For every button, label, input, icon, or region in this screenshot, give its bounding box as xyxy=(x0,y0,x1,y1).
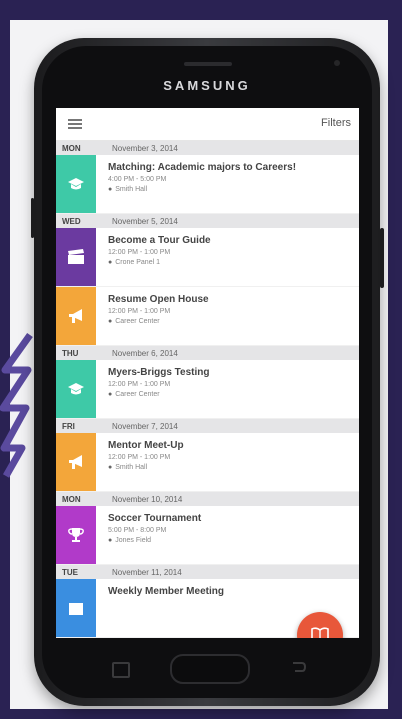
app-screen: Filters MON November 3, 2014 Matching: Aca… xyxy=(56,108,359,638)
event-location-text: Career Center xyxy=(115,391,160,398)
event-tile xyxy=(56,506,96,564)
event-title: Resume Open House xyxy=(108,294,209,305)
calendar-icon xyxy=(68,600,84,616)
event-location: ● Smith Hall xyxy=(108,464,147,471)
day-date: November 6, 2014 xyxy=(112,349,178,358)
phone-brand: SAMSUNG xyxy=(163,78,251,93)
event-time: 4:00 PM - 5:00 PM xyxy=(108,176,167,183)
book-icon xyxy=(311,627,329,638)
front-camera xyxy=(334,60,340,66)
day-date: November 11, 2014 xyxy=(112,568,182,577)
location-pin-icon: ● xyxy=(108,391,113,398)
day-date: November 7, 2014 xyxy=(112,422,178,431)
event-tile xyxy=(56,228,96,286)
event-title: Weekly Member Meeting xyxy=(108,586,224,597)
home-button[interactable] xyxy=(170,654,250,684)
location-pin-icon: ● xyxy=(108,259,113,266)
phone-frame: SAMSUNG Filters MON November 3, 2014 Match… xyxy=(31,38,384,706)
hamburger-menu-icon[interactable] xyxy=(68,119,82,129)
event-item[interactable]: Mentor Meet-Up 12:00 PM - 1:00 PM ● Smith H… xyxy=(56,433,359,492)
day-of-week: MON xyxy=(62,144,81,153)
megaphone-icon xyxy=(67,454,85,470)
megaphone-icon xyxy=(67,308,85,324)
event-title: Mentor Meet-Up xyxy=(108,440,184,451)
day-date: November 3, 2014 xyxy=(112,144,178,153)
location-pin-icon: ● xyxy=(108,186,113,193)
event-location-text: Crone Panel 1 xyxy=(115,259,160,266)
event-title: Myers-Briggs Testing xyxy=(108,367,210,378)
back-button[interactable] xyxy=(290,660,306,674)
event-title: Become a Tour Guide xyxy=(108,235,211,246)
day-date: November 5, 2014 xyxy=(112,217,178,226)
graduation-cap-icon xyxy=(67,382,85,396)
event-location: ● Smith Hall xyxy=(108,186,147,193)
event-location-text: Jones Field xyxy=(115,537,152,544)
event-title: Soccer Tournament xyxy=(108,513,202,524)
day-header: TUE November 11, 2014 xyxy=(56,565,359,579)
event-item[interactable]: Resume Open House 12:00 PM - 1:00 PM ● Care… xyxy=(56,287,359,346)
event-title: Matching: Academic majors to Careers! xyxy=(108,162,297,173)
graduation-cap-icon xyxy=(67,177,85,191)
event-item[interactable]: Soccer Tournament 5:00 PM - 8:00 PM ● Jones… xyxy=(56,506,359,565)
clapperboard-icon xyxy=(67,249,85,265)
agenda-list: MON November 3, 2014 Matching: Academic ma… xyxy=(56,141,359,638)
location-pin-icon: ● xyxy=(108,537,113,544)
day-of-week: WED xyxy=(62,217,81,226)
day-of-week: FRI xyxy=(62,422,75,431)
day-header: MON November 3, 2014 xyxy=(56,141,359,155)
filters-button[interactable]: Filters xyxy=(321,117,351,129)
event-tile xyxy=(56,433,96,491)
power-button xyxy=(380,228,384,288)
event-location-text: Career Center xyxy=(115,318,160,325)
day-header: THU November 6, 2014 xyxy=(56,346,359,360)
event-item[interactable]: Myers-Briggs Testing 12:00 PM - 1:00 PM ● C… xyxy=(56,360,359,419)
event-tile xyxy=(56,155,96,213)
event-item[interactable]: Matching: Academic majors to Careers! 4:0… xyxy=(56,155,359,214)
app-bar: Filters xyxy=(56,108,359,141)
event-time: 5:00 PM - 8:00 PM xyxy=(108,527,167,534)
earpiece-speaker xyxy=(184,62,232,66)
event-location: ● Career Center xyxy=(108,318,160,325)
event-location: ● Career Center xyxy=(108,391,160,398)
event-time: 12:00 PM - 1:00 PM xyxy=(108,454,171,461)
background-bottom xyxy=(0,709,402,719)
day-of-week: MON xyxy=(62,495,81,504)
event-location: ● Crone Panel 1 xyxy=(108,259,160,266)
event-location: ● Jones Field xyxy=(108,537,151,544)
event-time: 12:00 PM - 1:00 PM xyxy=(108,381,171,388)
day-date: November 10, 2014 xyxy=(112,495,183,504)
background-top xyxy=(0,0,402,20)
location-pin-icon: ● xyxy=(108,318,113,325)
event-location-text: Smith Hall xyxy=(115,464,148,471)
trophy-icon xyxy=(67,527,85,543)
recent-apps-button[interactable] xyxy=(112,662,130,678)
event-location-text: Smith Hall xyxy=(115,186,148,193)
event-item[interactable]: Become a Tour Guide 12:00 PM - 1:00 PM ● Cr… xyxy=(56,228,359,287)
event-tile xyxy=(56,287,96,345)
event-time: 12:00 PM - 1:00 PM xyxy=(108,308,171,315)
location-pin-icon: ● xyxy=(108,464,113,471)
volume-button xyxy=(31,198,34,238)
day-header: WED November 5, 2014 xyxy=(56,214,359,228)
day-of-week: THU xyxy=(62,349,79,358)
day-header: MON November 10, 2014 xyxy=(56,492,359,506)
event-tile xyxy=(56,360,96,418)
event-tile xyxy=(56,579,96,637)
day-of-week: TUE xyxy=(62,568,78,577)
background-right xyxy=(388,0,402,719)
day-header: FRI November 7, 2014 xyxy=(56,419,359,433)
event-time: 12:00 PM - 1:00 PM xyxy=(108,249,171,256)
